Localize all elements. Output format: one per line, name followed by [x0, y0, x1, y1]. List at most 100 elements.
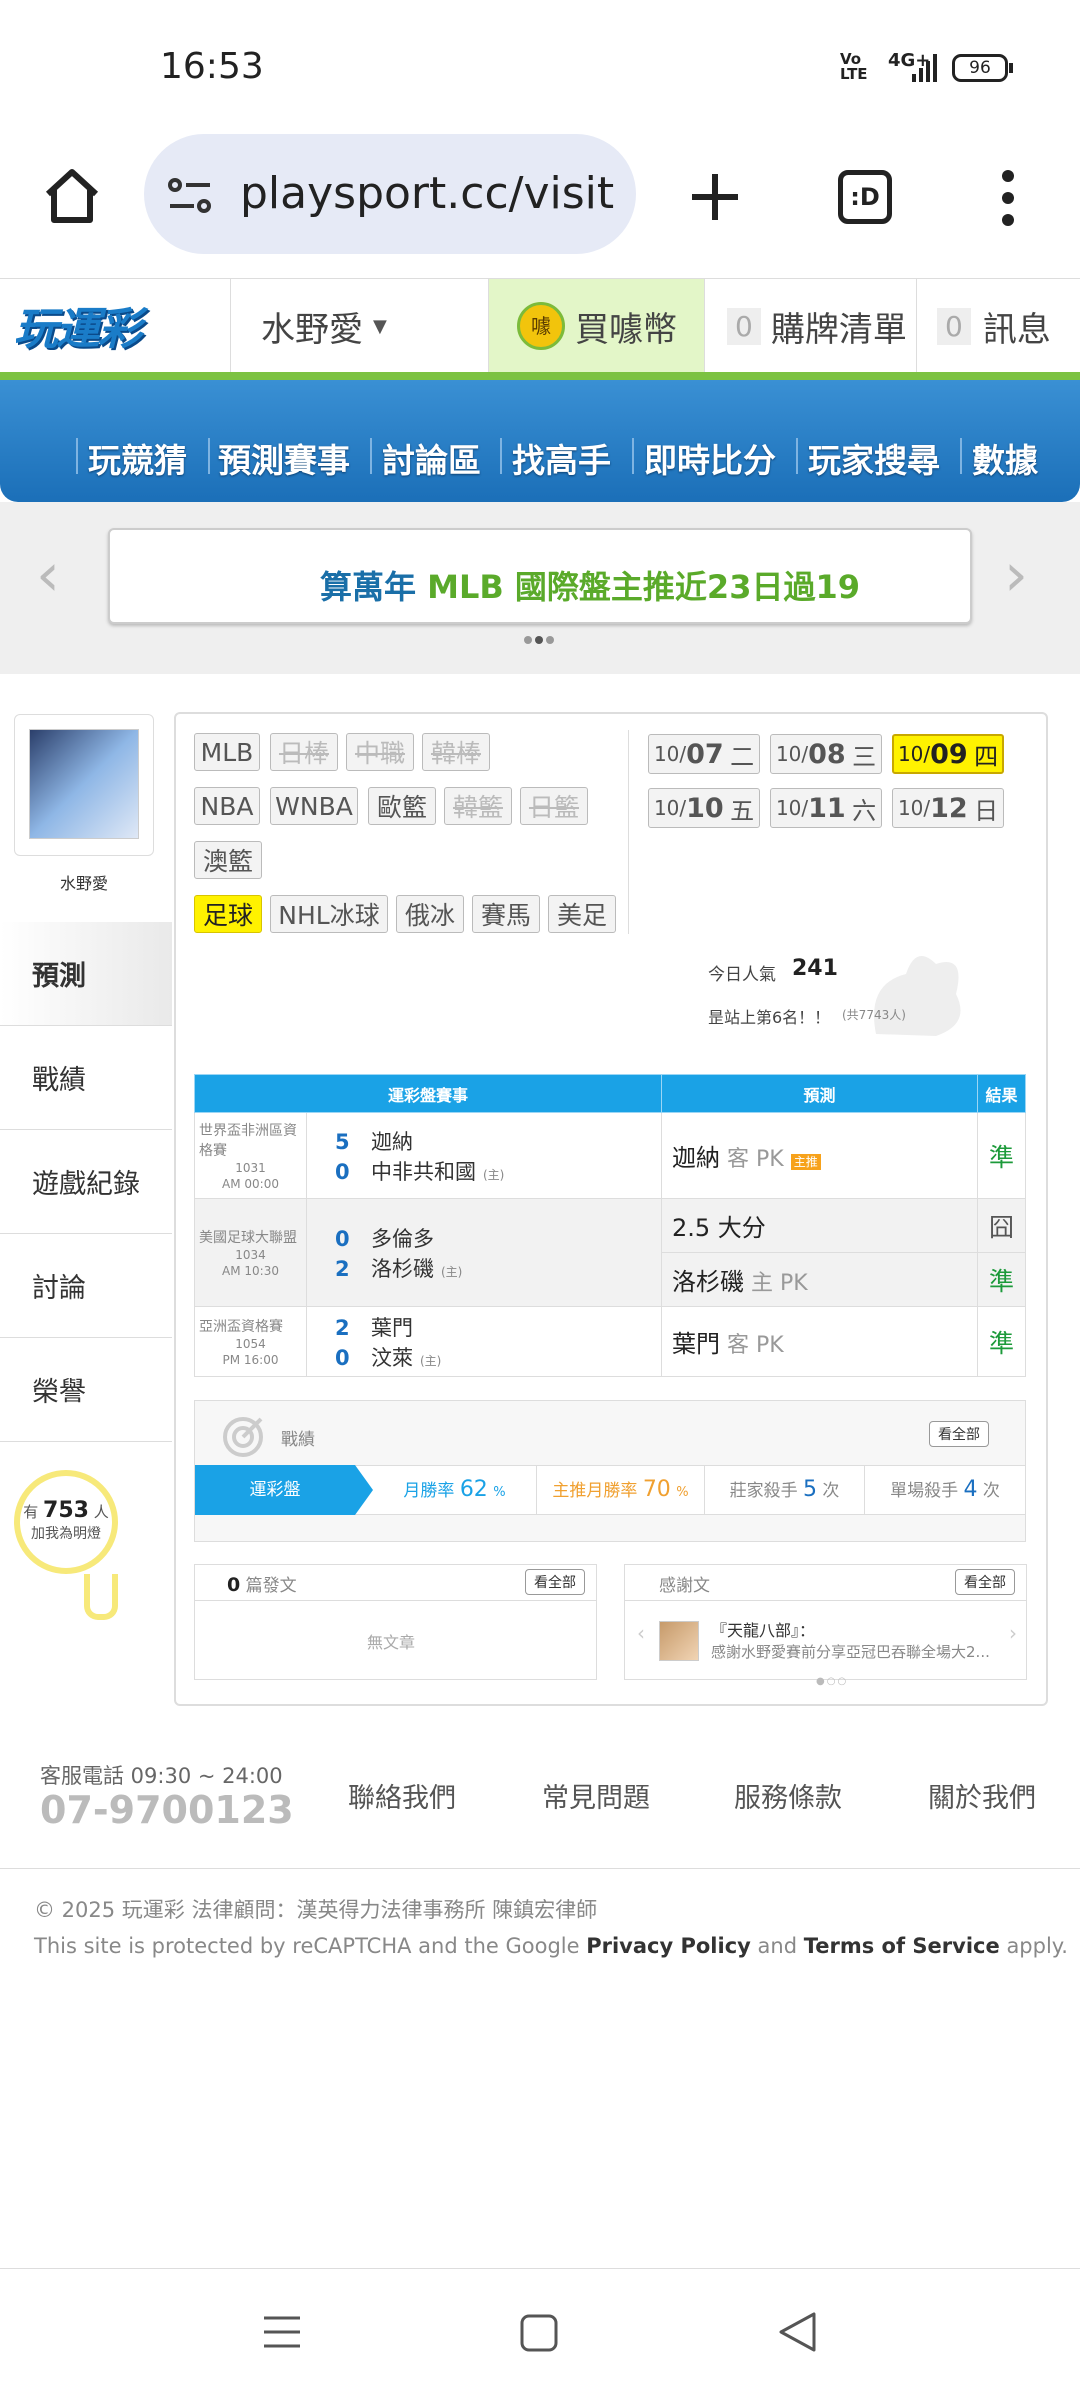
result-mark: 準: [977, 1306, 1026, 1377]
thanks-avatar[interactable]: [659, 1621, 699, 1661]
url-bar[interactable]: playsport.cc/visit: [144, 134, 636, 254]
single-killer-value: 4: [963, 1477, 978, 1502]
sport-chip[interactable]: 美足: [548, 895, 616, 933]
footer-link-contact[interactable]: 聯絡我們: [348, 1776, 456, 1815]
sport-chip[interactable]: 澳籃: [194, 841, 262, 879]
nav-item[interactable]: 討論區: [382, 434, 481, 482]
home-nav-icon[interactable]: [520, 2314, 558, 2352]
sport-chip[interactable]: MLB: [194, 733, 260, 771]
posts-view-all-button[interactable]: 看全部: [525, 1569, 585, 1595]
volte-icon: Vo LTE: [840, 50, 868, 83]
url-text: playsport.cc/visit: [240, 168, 615, 219]
team-name[interactable]: 葉門: [371, 1316, 413, 1340]
table-row[interactable]: 世界盃非洲區資格賽 1031 AM 00:00 5 迦納 0 中非共和國 (主) 迦納 …: [194, 1112, 1026, 1199]
banner-suffix: 國際盤主推近23日過19: [514, 568, 860, 606]
popularity-label: 今日人氣: [708, 965, 776, 985]
nav-item[interactable]: 玩競猜: [88, 434, 187, 482]
thanks-author[interactable]: 『天龍八部』：: [711, 1617, 815, 1641]
posts-box: 0 篇發文 看全部 無文章: [194, 1564, 597, 1680]
phone-number[interactable]: 07-9700123: [40, 1788, 294, 1832]
date-chip[interactable]: 10/11 六: [770, 788, 882, 828]
signal-icon: [912, 54, 937, 82]
browser-toolbar: playsport.cc/visit :D: [0, 130, 1080, 278]
nav-item[interactable]: 數據: [972, 434, 1038, 482]
popularity-rank: 昰站上第6名！！: [708, 1008, 831, 1027]
recents-icon[interactable]: [262, 2314, 302, 2350]
thanks-view-all-button[interactable]: 看全部: [955, 1569, 1015, 1595]
sport-chip[interactable]: NHL冰球: [270, 895, 388, 933]
stats-view-all-button[interactable]: 看全部: [929, 1421, 989, 1447]
result-mark: 準: [977, 1252, 1026, 1307]
count-unit: 次: [982, 1481, 1000, 1501]
side-menu-discuss[interactable]: 討論: [0, 1234, 172, 1338]
sport-chip[interactable]: 俄冰: [396, 895, 464, 933]
tab-switcher-button[interactable]: :D: [838, 170, 892, 224]
sport-chip[interactable]: 韓籃: [444, 787, 512, 825]
new-tab-icon[interactable]: [690, 172, 740, 222]
side-menu-predict[interactable]: 預測: [0, 922, 172, 1026]
tos-link[interactable]: Terms of Service: [804, 1934, 1000, 1958]
date-chip[interactable]: 10/07 二: [648, 734, 760, 774]
date-chip[interactable]: 10/12 日: [892, 788, 1004, 828]
thanks-prev-icon[interactable]: ‹: [637, 1621, 645, 1645]
stats-tab-active[interactable]: 運彩盤: [195, 1465, 355, 1515]
thanks-title: 感謝文: [659, 1576, 710, 1596]
phone-label: 客服電話 09:30 ~ 24:00: [40, 1764, 283, 1788]
clock: 16:53: [160, 46, 264, 87]
thanks-next-icon[interactable]: ›: [1009, 1621, 1017, 1645]
buy-coins-button[interactable]: 噱買噱幣: [488, 279, 704, 373]
avatar[interactable]: [14, 714, 154, 856]
site-settings-icon[interactable]: [168, 176, 212, 216]
sport-chip[interactable]: WNBA: [270, 787, 358, 825]
table-row[interactable]: 亞洲盃資格賽 1054 PM 16:00 2 葉門 0 汶萊 (主) 葉門 客 PK 準: [194, 1306, 1026, 1377]
home-icon[interactable]: [42, 166, 102, 226]
side-menu-record[interactable]: 戰績: [0, 1026, 172, 1130]
team-name[interactable]: 洛杉磯: [371, 1257, 434, 1281]
side-menu-honor[interactable]: 榮譽: [0, 1338, 172, 1442]
side-menu-games[interactable]: 遊戲紀錄: [0, 1130, 172, 1234]
sport-chip[interactable]: NBA: [194, 787, 260, 825]
team-name[interactable]: 多倫多: [371, 1227, 434, 1251]
nav-item[interactable]: 即時比分: [644, 434, 776, 482]
date-chip[interactable]: 10/08 三: [770, 734, 882, 774]
nav-item[interactable]: 預測賽事: [218, 434, 350, 482]
table-row[interactable]: 美國足球大聯盟 1034 AM 10:30 0 多倫多 2 洛杉磯 (主) 2.5 大分…: [194, 1198, 1026, 1307]
messages-button[interactable]: 0 訊息: [916, 279, 1080, 373]
pick-total: 2.5 大分: [672, 1214, 766, 1242]
date-day: 07: [686, 738, 724, 770]
banner-card[interactable]: 算萬年 MLB 國際盤主推近23日過19: [108, 528, 972, 624]
privacy-link[interactable]: Privacy Policy: [586, 1934, 751, 1958]
banner-prev-icon[interactable]: ‹: [36, 540, 60, 610]
team-name[interactable]: 汶萊: [371, 1346, 413, 1370]
back-icon[interactable]: [778, 2312, 816, 2352]
sport-chip[interactable]: 中職: [346, 733, 414, 771]
thanks-text[interactable]: 感謝水野愛賽前分享亞冠巴吞聯全場大2...: [711, 1641, 1007, 1662]
date-weekday: 二: [730, 742, 755, 771]
footer-link-terms[interactable]: 服務條款: [734, 1776, 842, 1815]
pick-type: 客 PK: [727, 1147, 784, 1172]
home-mark: (主): [420, 1353, 442, 1368]
sport-chip[interactable]: 歐籃: [368, 787, 436, 825]
lightbulb-badge[interactable]: 有 753 人 加我為明燈: [14, 1470, 118, 1574]
team-name[interactable]: 迦納: [371, 1130, 413, 1154]
sport-chip[interactable]: 日籃: [520, 787, 588, 825]
footer-link-about[interactable]: 關於我們: [928, 1776, 1036, 1815]
sport-chip[interactable]: 賽馬: [472, 895, 540, 933]
sport-chip[interactable]: 日棒: [270, 733, 338, 771]
posts-label: 篇發文: [245, 1576, 297, 1596]
user-menu[interactable]: 水野愛 ▼: [230, 279, 488, 373]
date-month: 10/: [897, 742, 931, 766]
cart-button[interactable]: 0 購牌清單: [704, 279, 916, 373]
nav-item[interactable]: 玩家搜尋: [808, 434, 940, 482]
sport-chip[interactable]: 韓棒: [422, 733, 490, 771]
date-chip[interactable]: 10/10 五: [648, 788, 760, 828]
banner-next-icon[interactable]: ›: [1004, 540, 1028, 610]
date-chip[interactable]: 10/09 四: [892, 734, 1004, 774]
footer-link-faq[interactable]: 常見問題: [542, 1776, 650, 1815]
more-vert-icon[interactable]: [996, 168, 1020, 228]
site-logo[interactable]: 玩運彩: [14, 293, 174, 357]
team-name[interactable]: 中非共和國: [371, 1160, 476, 1184]
sport-chip[interactable]: 足球: [194, 895, 262, 933]
featured-badge: 主推: [790, 1154, 821, 1170]
nav-item[interactable]: 找高手: [512, 434, 611, 482]
